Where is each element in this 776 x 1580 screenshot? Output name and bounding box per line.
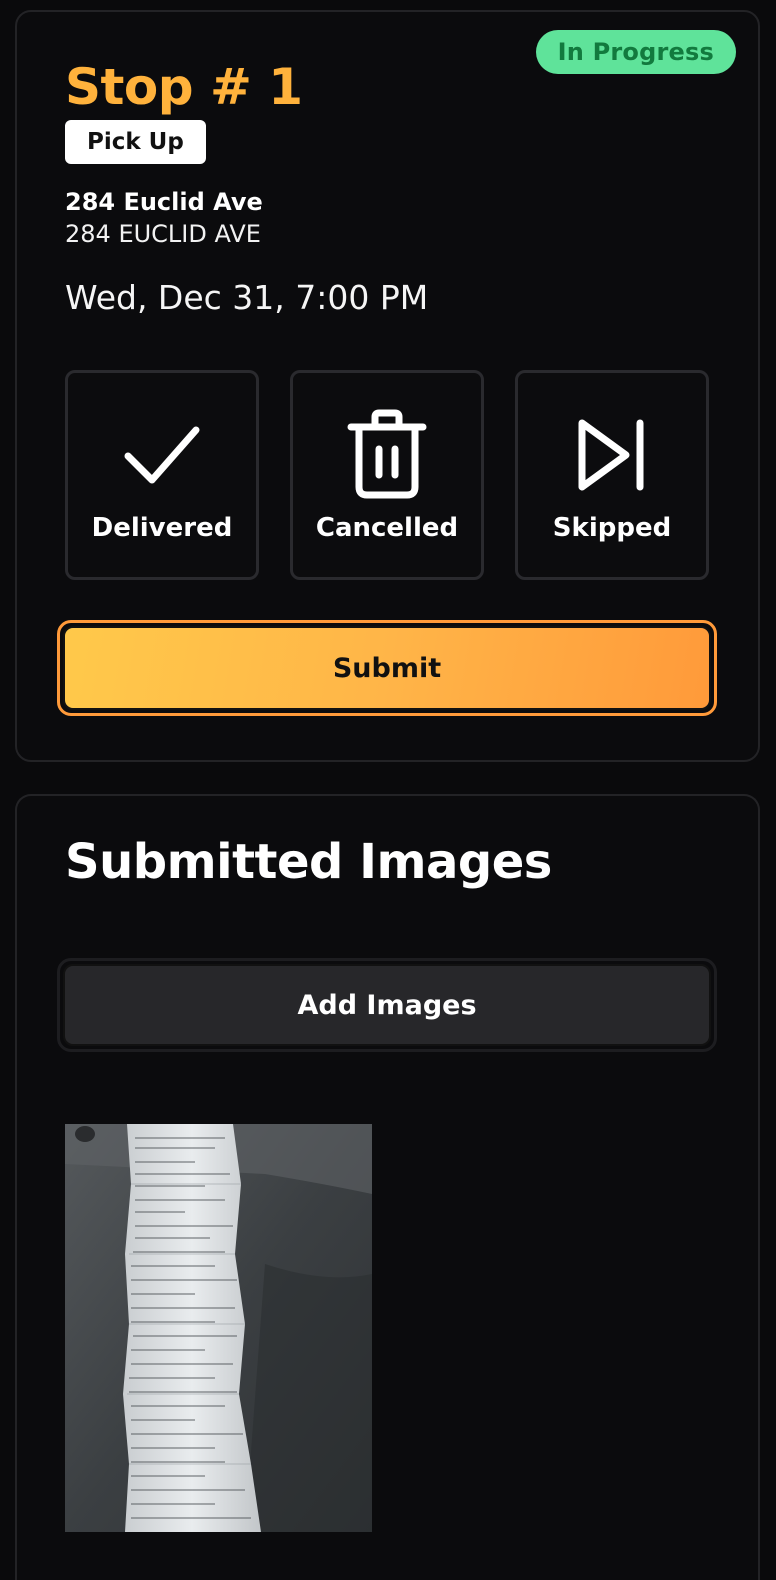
delivered-button[interactable]: Delivered: [65, 370, 259, 580]
submit-label: Submit: [63, 626, 711, 710]
trash-icon: [345, 409, 429, 501]
skip-next-icon: [576, 409, 648, 501]
address-name: 284 Euclid Ave: [65, 188, 263, 216]
stop-type-pill: Pick Up: [65, 120, 206, 164]
submitted-images-card: Submitted Images Add Images: [15, 794, 760, 1580]
add-images-label: Add Images: [63, 964, 711, 1046]
skipped-label: Skipped: [552, 513, 672, 543]
action-buttons: Delivered Cancelled Skipped: [65, 370, 709, 580]
receipt-photo: [65, 1124, 372, 1532]
address-line: 284 EUCLID AVE: [65, 220, 261, 248]
add-images-button[interactable]: Add Images: [57, 958, 717, 1052]
receipt-image-thumbnail[interactable]: [65, 1124, 372, 1532]
status-badge: In Progress: [535, 30, 736, 74]
check-icon: [122, 409, 202, 501]
stop-card: In Progress Stop # 1 Pick Up 284 Euclid …: [15, 10, 760, 762]
stop-datetime: Wed, Dec 31, 7:00 PM: [65, 278, 429, 317]
section-title: Submitted Images: [65, 834, 552, 890]
cancelled-button[interactable]: Cancelled: [290, 370, 484, 580]
submit-button[interactable]: Submit: [57, 620, 717, 716]
cancelled-label: Cancelled: [315, 513, 459, 543]
stop-title: Stop # 1: [65, 58, 303, 116]
skipped-button[interactable]: Skipped: [515, 370, 709, 580]
delivered-label: Delivered: [91, 513, 233, 543]
